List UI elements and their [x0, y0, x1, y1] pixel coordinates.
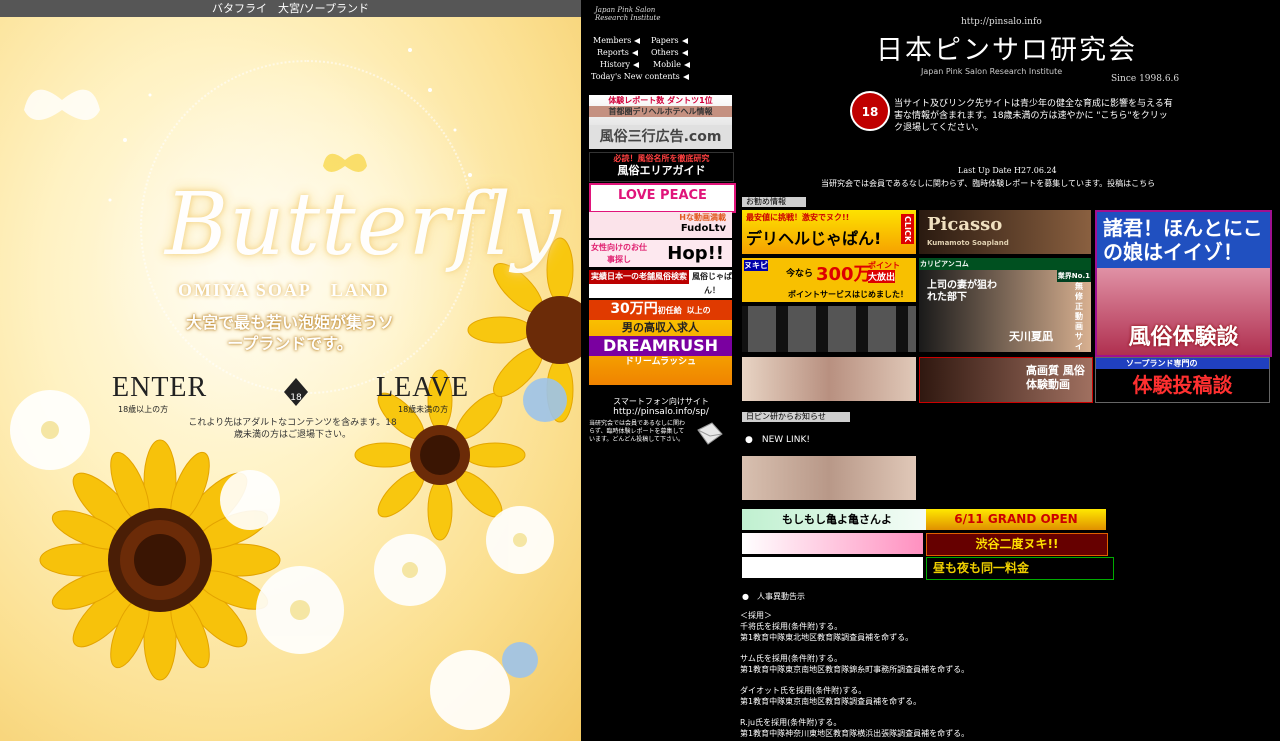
omiya-soapland-subtitle: OMIYA SOAP LAND	[178, 280, 390, 300]
side-ad-dantotsu[interactable]: 体験レポート数 ダントツ1位 首都圏デリヘルホテヘル情報	[589, 95, 732, 125]
side-ad-sangyo[interactable]: 風俗三行広告.com	[589, 125, 732, 149]
nav-reports[interactable]: Reports	[597, 48, 638, 57]
nav-todays-new[interactable]: Today's New contents	[591, 72, 689, 81]
butterfly-entry-panel: バタフライ 大宮/ソープランド Butterfly OMIYA SOAP LAN…	[0, 0, 581, 741]
age-18-warning-text: 18	[862, 105, 879, 119]
arrow-left-icon	[633, 62, 640, 68]
banner-hiru-yoru[interactable]: 昼も夜も同一料金	[926, 557, 1114, 580]
arrow-left-icon	[634, 38, 641, 44]
ad-deli-japan[interactable]: 最安値に挑戦！激安でヌク!! デリヘルじゃぱん! CLICK	[742, 210, 916, 254]
nav-members[interactable]: Members	[593, 36, 641, 45]
adult-notice: これより先はアダルトなコンテンツを含みます。18歳未満の方はご退場下さい。	[188, 418, 397, 440]
banner-grand-open[interactable]: 6/11 GRAND OPEN	[926, 509, 1106, 530]
age-warning-text: 当サイト及びリンク先サイトは青少年の健全な育成に影響を与える有害な情報が含まれま…	[894, 99, 1173, 133]
arrow-left-icon	[681, 50, 688, 56]
banner-pink[interactable]	[742, 533, 923, 554]
section-recommend-tab: お勧め情報	[742, 197, 806, 207]
nav-mobile[interactable]: Mobile	[653, 60, 690, 69]
ad-hd-video[interactable]: 高画質 風俗体験動画	[919, 357, 1093, 403]
new-link-item[interactable]: ● NEW LINK!	[745, 432, 810, 445]
side-ad-hop[interactable]: 女性向けのお仕事探し Hop!!	[589, 240, 732, 267]
ad-nukibi-points[interactable]: ヌキビ 今なら 300万 ポイント 大放出 ポイントサービスはじめました！	[742, 258, 916, 302]
since-date: Since 1998.6.6	[1111, 74, 1180, 84]
ad-photo-thumb[interactable]	[742, 357, 916, 401]
pinsalo-page: Japan Pink Salon Research Institute Memb…	[581, 0, 1280, 741]
flower-decoration	[10, 48, 581, 730]
nav-papers[interactable]: Papers	[651, 36, 688, 45]
side-ad-fuzoku-japan[interactable]: 実績日本一の老舗風俗検索 風俗じゃぱん！	[589, 270, 732, 298]
personnel-title: ● 人事異動告示	[742, 592, 805, 601]
site-title: 日本ピンサロ研究会	[876, 35, 1137, 66]
arrow-left-icon	[682, 74, 689, 80]
recruit-report-link[interactable]: 当研究会では会員であるなしに関わらず、臨時体験レポートを募集しています。投稿はこ…	[821, 178, 1155, 189]
side-ad-area-guide[interactable]: 必読！風俗名所を徹底研究 風俗エリアガイド	[589, 152, 734, 182]
new-link-thumb[interactable]	[742, 456, 916, 500]
side-ad-fudoltv[interactable]: Hな動画満載 FudoLtv	[589, 212, 732, 238]
arrow-left-icon	[683, 62, 690, 68]
ad-caribbeancom[interactable]: カリビアンコム 上司の妻が狙われた部下 天川夏凪 業界No.1 無修正動画サイト	[919, 258, 1091, 352]
smartphone-site-desc: 当研究会では会員であるなしに関わらず、臨時体験レポートを募集しています。どんどん…	[589, 420, 685, 443]
ad-soap-taiken[interactable]: ソープランド専門の 体験投稿談	[1095, 357, 1270, 403]
ad-video-strip[interactable]	[742, 306, 916, 352]
envelope-icon[interactable]	[696, 420, 724, 448]
leave-link[interactable]: LEAVE	[376, 372, 469, 404]
section-news-tab: 日ピン研からお知らせ	[742, 412, 850, 422]
leave-sublabel: 18歳未満の方	[398, 405, 449, 414]
arrow-left-icon	[681, 38, 688, 44]
tagline: 大宮で最も若い泡姫が集うソープランドです。	[185, 313, 394, 353]
ad-shokun[interactable]: 諸君！ほんとにこの娘はイイゾ！ 風俗体験談	[1095, 210, 1272, 357]
personnel-notice: ＜採用＞ 千将氏を採用(条件附)する。 第1教育中隊東北地区教育隊調査員補を命ず…	[740, 611, 970, 738]
site-subtitle: Japan Pink Salon Research Institute	[921, 67, 1063, 76]
side-ad-love-peace[interactable]: LOVE PEACE	[589, 183, 736, 213]
side-ad-dreamrush[interactable]: 30万円初任給 以上の 男の高収入求人 DREAMRUSH ドリームラッシュ	[589, 300, 732, 385]
nav-history[interactable]: History	[600, 60, 640, 69]
banner-shibuya[interactable]: 渋谷二度ヌキ!!	[926, 533, 1108, 556]
age-18-warning-icon: 18	[850, 91, 890, 131]
ad-picasso[interactable]: Picasso Kumamoto Soapland	[919, 210, 1091, 254]
arrow-left-icon	[631, 50, 638, 56]
smartphone-site-label: スマートフォン向けサイト http://pinsalo.info/sp/	[591, 397, 731, 417]
nav-others[interactable]: Others	[651, 48, 688, 57]
banner-white[interactable]	[742, 557, 923, 578]
butterfly-logo: Butterfly	[165, 175, 562, 275]
age-18-badge-text: 18	[290, 393, 302, 403]
institute-mini-logo: Japan Pink Salon Research Institute	[595, 6, 661, 22]
enter-link[interactable]: ENTER	[112, 372, 207, 404]
last-update: Last Up Date H27.06.24	[958, 166, 1057, 175]
age-18-badge-icon: 18	[284, 378, 308, 406]
enter-sublabel: 18歳以上の方	[118, 405, 169, 414]
site-url: http://pinsalo.info	[961, 17, 1042, 27]
smartphone-site-link[interactable]: http://pinsalo.info/sp/	[591, 407, 731, 417]
